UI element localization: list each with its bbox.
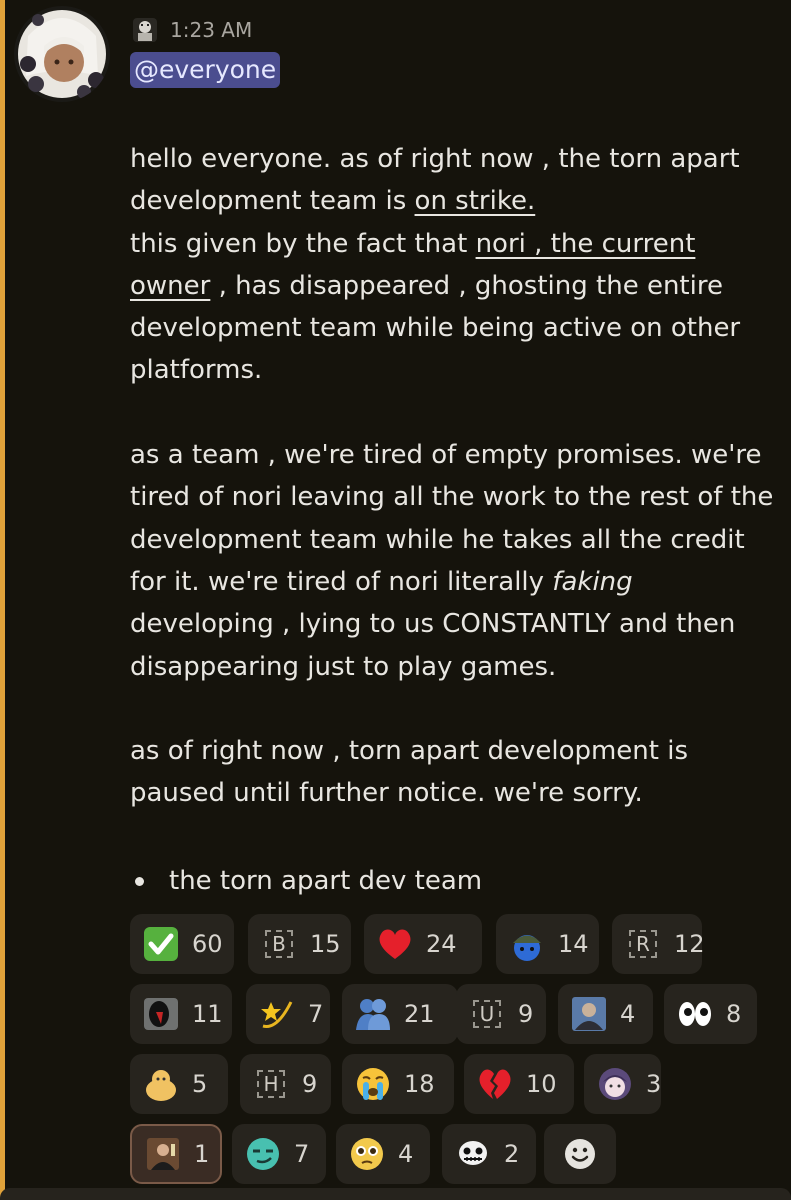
italic-faking: faking xyxy=(552,566,633,597)
reaction-photo-person[interactable]: 4 xyxy=(558,984,653,1044)
reaction-custom-b[interactable]: B 15 xyxy=(248,914,351,974)
reaction-count: 14 xyxy=(558,930,589,958)
custom-r-icon: R xyxy=(624,925,662,963)
custom-u-icon: U xyxy=(468,995,506,1033)
reaction-anime-girl[interactable]: 3 xyxy=(584,1054,661,1114)
soldier-blob-icon xyxy=(508,925,546,963)
reaction-count: 7 xyxy=(294,1140,310,1168)
underlined-on-strike: on strike. xyxy=(414,186,536,217)
reaction-count: 9 xyxy=(302,1070,318,1098)
custom-h-icon: H xyxy=(252,1065,290,1103)
reaction-count: 4 xyxy=(398,1140,414,1168)
paragraph-3: as a team , we're tired of empty promise… xyxy=(130,434,780,688)
reaction-smirk-face[interactable]: 7 xyxy=(232,1124,326,1184)
reaction-count: 2 xyxy=(504,1140,520,1168)
reaction-count: 15 xyxy=(310,930,341,958)
reaction-custom-r[interactable]: R 12 xyxy=(612,914,705,974)
highlight-accent-bar xyxy=(0,0,5,1200)
dizzy-star-icon xyxy=(258,995,296,1033)
add-reaction-button[interactable] xyxy=(544,1124,616,1184)
message-timestamp[interactable]: 1:23 AM xyxy=(170,18,252,42)
check-mark-icon xyxy=(142,925,180,963)
broken-heart-icon xyxy=(476,1065,514,1103)
reaction-count: 4 xyxy=(620,1000,636,1028)
paragraph-1: hello everyone. as of right now , the to… xyxy=(130,138,780,223)
role-icon[interactable] xyxy=(130,15,160,45)
reaction-count: 11 xyxy=(192,1000,223,1028)
reaction-count: 60 xyxy=(192,930,223,958)
bullet-dot xyxy=(135,876,144,886)
reaction-yellow-blob[interactable]: 5 xyxy=(130,1054,228,1114)
reaction-custom-h[interactable]: H 9 xyxy=(240,1054,331,1114)
text: this given by the fact that xyxy=(130,228,476,259)
reaction-count: 5 xyxy=(192,1070,208,1098)
reaction-soldier-blob[interactable]: 14 xyxy=(496,914,599,974)
reaction-count: 21 xyxy=(404,1000,435,1028)
reaction-count: 24 xyxy=(426,930,457,958)
reaction-red-heart[interactable]: 24 xyxy=(364,914,482,974)
photo-person-icon xyxy=(570,995,608,1033)
hugging-people-icon xyxy=(354,995,392,1033)
avatar-image xyxy=(14,6,110,102)
pleading-face-icon xyxy=(348,1135,386,1173)
reaction-toast-man-selected[interactable]: 1 xyxy=(130,1124,222,1184)
reaction-count: 9 xyxy=(518,1000,534,1028)
reaction-count: 18 xyxy=(404,1070,435,1098)
toast-man-icon xyxy=(144,1135,182,1173)
anime-girl-icon xyxy=(596,1065,634,1103)
signature-bullet: the torn apart dev team xyxy=(132,860,482,902)
author-avatar[interactable] xyxy=(14,6,110,102)
composer-edge xyxy=(0,1188,791,1200)
reaction-custom-u[interactable]: U 9 xyxy=(456,984,546,1044)
crying-face-icon xyxy=(354,1065,392,1103)
text: , has disappeared , ghosting the entire … xyxy=(130,270,741,386)
yellow-blob-icon xyxy=(142,1065,180,1103)
reaction-count: 8 xyxy=(726,1000,742,1028)
signature-text: the torn apart dev team xyxy=(169,866,483,896)
text: developing , lying to us CONSTANTLY and … xyxy=(130,609,736,682)
reaction-dark-mask[interactable]: 11 xyxy=(130,984,232,1044)
custom-b-icon: B xyxy=(260,925,298,963)
reaction-eyes[interactable]: 8 xyxy=(664,984,757,1044)
reaction-count: 7 xyxy=(308,1000,324,1028)
paragraph-2: this given by the fact that nori , the c… xyxy=(130,223,780,392)
reaction-pleading-face[interactable]: 4 xyxy=(336,1124,430,1184)
text: as a team , we're tired of empty promise… xyxy=(130,440,774,597)
paragraph-4: as of right now , torn apart development… xyxy=(130,736,689,809)
dark-mask-icon xyxy=(142,995,180,1033)
reaction-dizzy-star[interactable]: 7 xyxy=(246,984,330,1044)
reaction-hugging-people[interactable]: 21 xyxy=(342,984,458,1044)
smirk-face-icon xyxy=(244,1135,282,1173)
reaction-sans-skull[interactable]: 2 xyxy=(442,1124,536,1184)
message-header: 1:23 AM xyxy=(130,10,252,50)
message-content: hello everyone. as of right now , the to… xyxy=(130,138,780,815)
reaction-count: 10 xyxy=(526,1070,557,1098)
red-heart-icon xyxy=(376,925,414,963)
reaction-count: 12 xyxy=(674,930,705,958)
reaction-crying-face[interactable]: 18 xyxy=(342,1054,454,1114)
eyes-icon xyxy=(676,995,714,1033)
everyone-mention[interactable]: @everyone xyxy=(130,52,281,88)
reaction-count: 1 xyxy=(194,1140,210,1168)
sans-skull-icon xyxy=(454,1135,492,1173)
reaction-count: 3 xyxy=(646,1070,662,1098)
add-reaction-icon xyxy=(561,1135,599,1173)
reaction-check-mark[interactable]: 60 xyxy=(130,914,234,974)
reaction-broken-heart[interactable]: 10 xyxy=(464,1054,574,1114)
